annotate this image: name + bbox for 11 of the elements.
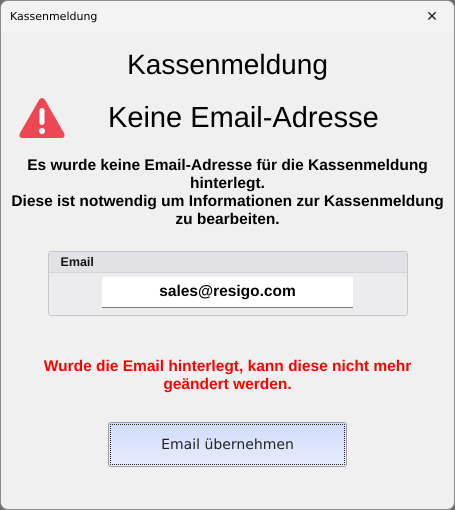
warning-text: Wurde die Email hinterlegt, kann diese nicht mehr geändert werden. (42, 358, 412, 394)
window-title: Kassenmeldung (10, 10, 98, 23)
dialog-heading: Kassenmeldung (127, 49, 328, 81)
message-text: Es wurde keine Email-Adresse für die Kassenmeldung hinterlegt. (26, 157, 429, 193)
email-field[interactable]: sales@resigo.com (102, 277, 353, 308)
email-label: Email (60, 255, 94, 269)
close-button[interactable]: ✕ (410, 1, 454, 32)
alert-title: Keine Email-Adresse (108, 102, 379, 134)
warning-icon (18, 97, 66, 139)
apply-email-button[interactable]: Email übernehmen (108, 422, 347, 467)
message-text: Diese ist notwendig um Informationen zur Kassenmeldung zu bearbeiten. (10, 193, 445, 229)
